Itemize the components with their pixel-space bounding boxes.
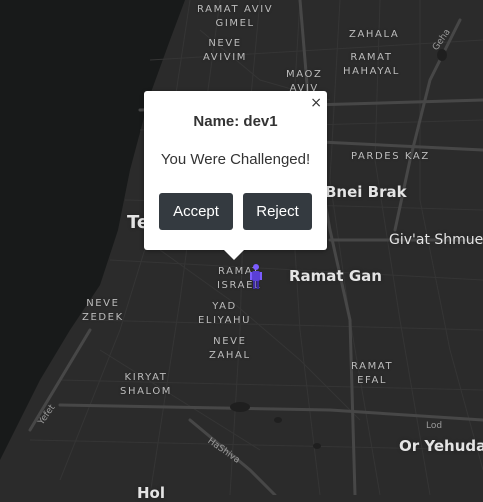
city-label-bnei-brak: Bnei Brak	[325, 183, 407, 201]
accept-button[interactable]: Accept	[159, 193, 233, 230]
place-label-ramat-hahayal: RAMAT HAHAYAL	[343, 52, 400, 77]
place-label-ramat-efal: RAMAT EFAL	[351, 361, 394, 386]
place-label-neve-zahal: NEVE ZAHAL	[209, 336, 251, 361]
challenge-message: You Were Challenged!	[160, 151, 311, 168]
player-name-label: Name: dev1	[193, 113, 278, 130]
city-label-givat-shmuel: Giv'at Shmuel	[389, 232, 483, 248]
place-label-kiryat-shalom: KIRYAT SHALOM	[120, 372, 173, 397]
place-label-ramat-aviv-gimel: RAMAT AVIV GIMEL	[197, 4, 274, 29]
reject-button[interactable]: Reject	[243, 193, 312, 230]
player-avatar-icon[interactable]	[249, 263, 263, 289]
city-label-holon: Hol	[137, 484, 166, 502]
place-label-neve-avivim: NEVE AVIVIM	[203, 38, 248, 63]
challenge-popup: × Name: dev1 You Were Challenged! Accept…	[144, 91, 327, 250]
city-label-or-yehuda: Or Yehuda	[399, 437, 483, 455]
popup-pointer	[224, 250, 244, 260]
city-label-ramat-gan: Ramat Gan	[289, 267, 382, 285]
place-label-zahala: ZAHALA	[349, 29, 400, 40]
close-button[interactable]: ×	[310, 95, 322, 111]
place-label-neve-zedek: NEVE ZEDEK	[82, 298, 124, 323]
road-label-lod: Lod	[426, 421, 443, 431]
place-label-pardes-kaz: PARDES KAZ	[351, 151, 430, 162]
place-label-yad-eliyahu: YAD ELIYAHU	[198, 301, 252, 326]
